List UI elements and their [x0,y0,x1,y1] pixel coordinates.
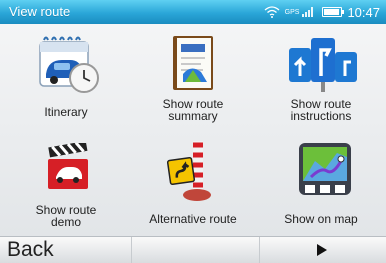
wifi-icon [264,6,280,18]
signal-strength-icon [302,7,314,17]
gps-status-text: GPS [284,8,300,16]
show-route-summary-label: Show route summary [162,97,224,123]
itinerary-label: Itinerary [44,105,88,119]
show-route-instructions-label: Show route instructions [290,97,352,123]
show-on-map-icon [299,143,351,195]
itinerary-tile[interactable]: Itinerary [2,24,130,129]
back-button[interactable]: Back [0,237,132,263]
alternative-route-tile[interactable]: Alternative route [129,131,257,236]
next-page-button[interactable] [260,237,386,263]
route-summary-book-icon [173,36,213,90]
battery-icon [322,7,345,17]
alternative-route-label: Alternative route [149,212,237,226]
bottom-bar: Back [0,236,386,263]
show-route-instructions-tile[interactable]: Show route instructions [257,24,385,129]
view-route-screen: View route GPS 10:47 Itinerary Show rout… [0,0,386,263]
show-on-map-tile[interactable]: Show on map [257,131,385,236]
clock: 10:47 [347,4,380,20]
empty-middle-button [133,237,260,263]
alternative-route-sign-icon [167,141,211,201]
show-on-map-label: Show on map [284,212,358,226]
play-right-arrow-icon [317,244,327,256]
route-instructions-signs-icon [289,38,357,92]
screen-title: View route [9,4,71,19]
menu-grid: Itinerary Show route summary Show route … [0,24,386,236]
show-route-summary-tile[interactable]: Show route summary [129,24,257,129]
show-route-demo-label: Show route demo [35,203,97,229]
itinerary-calendar-car-clock-icon [39,36,99,93]
status-icons: GPS 10:47 [264,3,380,21]
status-bar: View route GPS 10:47 [0,0,386,24]
route-demo-clapperboard-icon [48,143,88,189]
show-route-demo-tile[interactable]: Show route demo [2,131,130,236]
